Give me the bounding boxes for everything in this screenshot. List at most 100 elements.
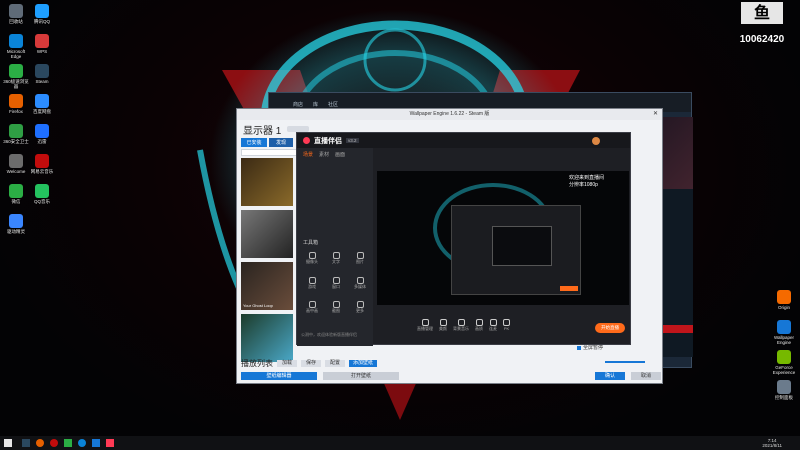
taskbar-steam-icon[interactable] [22, 439, 30, 447]
desktop-icon[interactable]: 腾讯QQ [28, 4, 56, 24]
app-icon [35, 94, 49, 108]
desktop-icon[interactable]: 驱动精灵 [2, 214, 30, 234]
desktop-icon[interactable]: Steam [28, 64, 56, 84]
desktop-icon[interactable]: Welcome [2, 154, 30, 174]
tool-label: 截图 [332, 308, 340, 314]
preview-viewer-tag: 分辨率1080p [569, 182, 598, 188]
streamer-tool[interactable]: 画中画 [301, 301, 323, 324]
we-titlebar[interactable]: Wallpaper Engine 1.6.22 - Steam 版 ✕ [237, 109, 662, 120]
we-title: Wallpaper Engine 1.6.22 - Steam 版 [409, 111, 490, 117]
bottom-tool[interactable]: 连麦 [489, 319, 497, 339]
desktop-icon[interactable]: 百度网盘 [28, 94, 56, 114]
bottom-tool[interactable]: 直播管理 [417, 319, 433, 339]
nested-orange-button [560, 286, 578, 291]
streamer-left-panel: 场景 素材 画面 工具箱 摄像头 文字 图片 游戏 窗口 多媒体 画中画 截图 更多 公测中，欢… [297, 148, 373, 346]
streamer-tool[interactable]: 图片 [349, 252, 371, 275]
taskbar-streamer-icon[interactable] [106, 439, 114, 447]
we-close-icon[interactable]: ✕ [653, 111, 659, 117]
wallpaper-thumbnail[interactable] [241, 314, 293, 362]
desktop-icon[interactable]: 360极速浏览器 [2, 64, 30, 89]
taskbar-firefox-icon[interactable] [36, 439, 44, 447]
tab-installed[interactable]: 已安装 [241, 138, 267, 147]
desktop-icon[interactable]: Origin [770, 290, 798, 310]
streamer-titlebar[interactable]: 直播伴侣 v3.2 [297, 133, 630, 148]
streamer-tool[interactable]: 窗口 [325, 276, 347, 300]
bottom-tool-icon [457, 319, 465, 326]
desktop-icon[interactable]: 迅雷 [28, 124, 56, 144]
we-right-options: 全屏暂停 [577, 345, 661, 369]
bottom-tool-label: 直播管理 [417, 326, 433, 331]
start-icon[interactable] [4, 439, 12, 447]
desktop-icon[interactable]: 控制面板 [770, 380, 798, 400]
streamer-tab-scene[interactable]: 场景 [303, 152, 313, 158]
tool-icon [308, 252, 316, 259]
bottom-tool[interactable]: PK [503, 319, 510, 339]
app-icon [9, 154, 23, 168]
desktop-icon[interactable]: Wallpaper Engine [770, 320, 798, 345]
streamer-tool[interactable]: 游戏 [301, 276, 323, 300]
bottom-tool-label: PK [503, 326, 510, 331]
cancel-button[interactable]: 取消 [631, 372, 661, 380]
start-live-label: 开始直播 [601, 325, 619, 330]
wallpaper-thumbnail[interactable] [241, 210, 293, 258]
tool-icon [308, 276, 316, 284]
desktop-icon-label: QQ音乐 [33, 199, 50, 204]
streamer-tab-material[interactable]: 素材 [319, 152, 329, 158]
bottom-tool-icon [475, 319, 483, 326]
option-row-1[interactable]: 全屏暂停 [577, 345, 661, 351]
desktop-icon[interactable]: 网易云音乐 [28, 154, 56, 174]
desktop-icon[interactable]: GeForce Experience [770, 350, 798, 375]
option-slider[interactable] [605, 361, 645, 363]
desktop-icon[interactable]: 360安全卫士 [2, 124, 30, 144]
wallpaper-thumbnail[interactable]: Your Ghost Loop [241, 262, 293, 310]
streamer-preview: 欢迎来到直播间 分辨率1080p [377, 171, 629, 305]
desktop-icon-label: 360极速浏览器 [3, 79, 29, 89]
desktop-icon[interactable]: Firefox [2, 94, 30, 114]
streamer-tool[interactable]: 摄像头 [301, 252, 323, 275]
wallpaper-editor-button[interactable]: 壁纸编辑器 [241, 372, 317, 380]
open-wallpaper-button[interactable]: 打开壁纸 [323, 372, 399, 380]
taskbar-edge-icon[interactable] [78, 439, 86, 447]
desktop-icon-label: Welcome [6, 169, 26, 174]
taskbar-netease-icon[interactable] [50, 439, 58, 447]
taskbar-date: 2021/8/11 [762, 443, 782, 448]
playlist-load-button[interactable]: 加载 [277, 359, 297, 367]
app-icon [35, 34, 49, 48]
bottom-tool[interactable]: 背景音乐 [453, 319, 469, 339]
desktop-icon[interactable]: Microsoft Edge [2, 34, 30, 59]
desktop-icon[interactable]: WPS [28, 34, 56, 54]
start-live-button[interactable]: 开始直播 [595, 323, 625, 333]
desktop-icon-label: 百度网盘 [33, 109, 51, 114]
playlist-config-button[interactable]: 配置 [325, 359, 345, 367]
bottom-tool-label: 美颜 [439, 326, 447, 331]
desktop-icon[interactable]: 微信 [2, 184, 30, 204]
streamer-avatar[interactable] [592, 136, 600, 145]
app-icon [9, 34, 23, 48]
desktop-icon[interactable]: QQ音乐 [28, 184, 56, 204]
streamer-tool[interactable]: 文字 [325, 252, 347, 275]
app-icon [9, 94, 23, 108]
streamer-tool[interactable]: 多媒体 [349, 276, 371, 300]
bottom-tool[interactable]: 美颜 [439, 319, 447, 339]
option-checkbox-1[interactable] [577, 346, 581, 350]
ok-button[interactable]: 确认 [595, 372, 625, 380]
tab-discover[interactable]: 发现 [269, 138, 293, 147]
desktop-icon-label: Microsoft Edge [6, 49, 26, 59]
streamer-window[interactable]: 直播伴侣 v3.2 场景 素材 画面 工具箱 摄像头 文字 图片 游戏 窗口 多媒体 画中画… [296, 132, 631, 346]
streamer-tab-screen[interactable]: 画面 [335, 152, 345, 158]
playlist-save-button[interactable]: 保存 [301, 359, 321, 367]
streamer-tool[interactable]: 截图 [325, 301, 347, 324]
taskbar-clock[interactable]: 7:14 2021/8/11 [762, 438, 782, 448]
streamer-tool[interactable]: 更多 [349, 301, 371, 324]
playlist-add-button[interactable]: 添加壁纸 [349, 359, 377, 367]
taskbar-wallpaper-icon[interactable] [92, 439, 100, 447]
steam-titlebar[interactable] [269, 93, 691, 102]
bottom-tool[interactable]: 画质 [475, 319, 483, 339]
desktop-icon[interactable]: 回收站 [2, 4, 30, 24]
desktop-icon-label: WPS [36, 49, 48, 54]
we-search-input[interactable]: 搜索 [241, 149, 297, 165]
wallpaper-thumbnail[interactable] [241, 158, 293, 206]
app-icon [777, 350, 791, 364]
taskbar-wechat-icon[interactable] [64, 439, 72, 447]
desktop-icon-label: 迅雷 [37, 139, 47, 144]
